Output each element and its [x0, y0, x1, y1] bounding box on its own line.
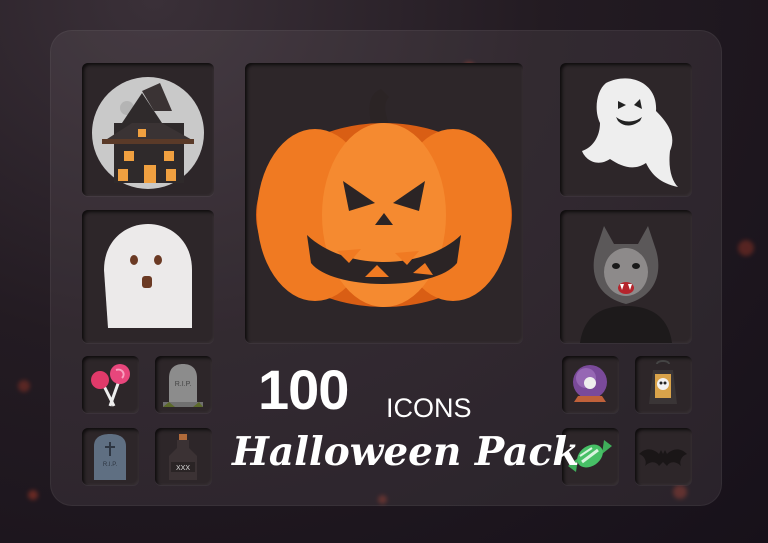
ember-particle: [18, 380, 30, 392]
icon-count: 100: [258, 358, 349, 421]
bat-icon: [639, 449, 687, 466]
sheet-ghost-icon: [104, 224, 192, 328]
tile-flying-ghost: [560, 63, 692, 196]
cross-tombstone-icon: R.I.P.: [94, 434, 126, 480]
crystal-ball-icon: [573, 365, 607, 402]
ember-particle: [738, 240, 754, 256]
bottle-label: XXX: [176, 465, 190, 472]
tile-crystal-ball: [562, 356, 619, 413]
tile-poison-bottle: XXX: [155, 428, 212, 485]
rip-tombstone-icon: R.I.P.: [163, 364, 203, 407]
tile-haunted-house: [82, 63, 214, 196]
tile-skull-lantern: [635, 356, 692, 413]
poison-bottle-icon: XXX: [169, 434, 197, 480]
tile-rip-tombstone: R.I.P.: [155, 356, 212, 413]
lollipops-icon: [91, 364, 130, 407]
tile-bat: [635, 428, 692, 485]
tile-sheet-ghost: [82, 210, 214, 343]
tile-cross-tombstone: R.I.P.: [82, 428, 139, 485]
tombstone-text: R.I.P.: [103, 462, 118, 468]
ember-particle: [28, 490, 38, 500]
icon-count-unit: ICONS: [386, 393, 472, 423]
haunted-house-icon: [92, 77, 204, 189]
flying-ghost-icon: [582, 78, 678, 187]
jack-o-lantern-icon: [256, 89, 512, 307]
werewolf-icon: [580, 226, 672, 343]
tombstone-text: R.I.P.: [175, 381, 192, 388]
tile-werewolf: [560, 210, 692, 343]
tile-lollipops: [82, 356, 139, 413]
pack-title: Halloween Pack: [232, 429, 580, 475]
skull-lantern-icon: [649, 360, 677, 404]
tile-jack-o-lantern: [245, 63, 523, 343]
